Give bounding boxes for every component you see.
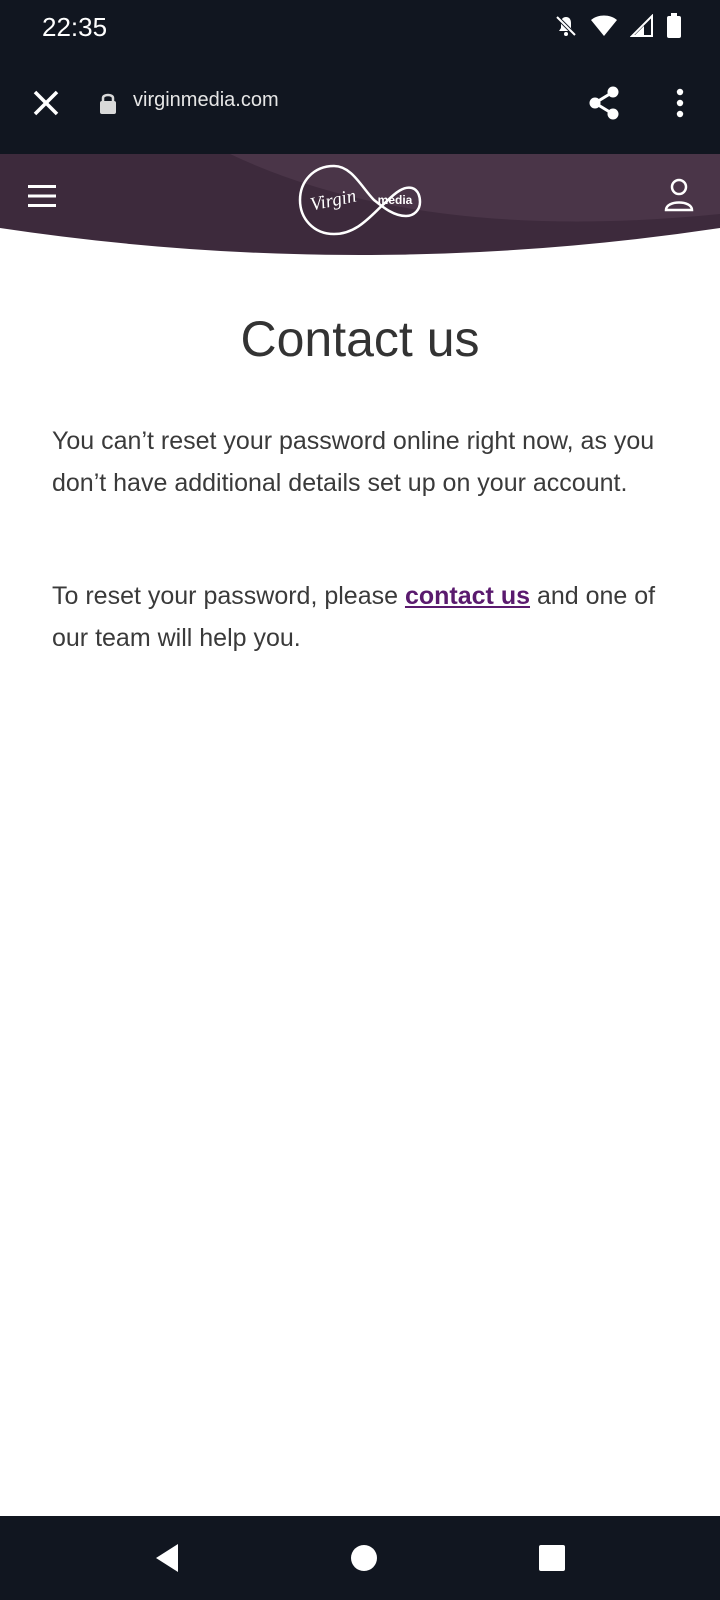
lock-icon bbox=[98, 91, 118, 120]
home-icon bbox=[346, 1545, 382, 1580]
contact-us-link[interactable]: contact us bbox=[405, 582, 530, 610]
battery-icon bbox=[666, 12, 682, 44]
logo-virgin-text: Virgin bbox=[308, 185, 358, 215]
signal-icon bbox=[629, 13, 654, 43]
hamburger-icon bbox=[27, 183, 57, 214]
bell-off-icon bbox=[554, 14, 578, 43]
site-header: Virgin media bbox=[0, 154, 720, 258]
status-icons bbox=[554, 12, 682, 44]
recents-icon bbox=[534, 1545, 570, 1580]
recents-button[interactable] bbox=[534, 1540, 570, 1576]
contact-instructions-text: To reset your password, please contact u… bbox=[52, 575, 682, 659]
home-button[interactable] bbox=[346, 1540, 382, 1576]
account-button[interactable] bbox=[656, 174, 702, 220]
page-title: Contact us bbox=[240, 311, 480, 367]
status-bar: 22:35 bbox=[0, 0, 720, 56]
reset-unavailable-text: You can’t reset your password online rig… bbox=[52, 427, 655, 497]
back-button[interactable] bbox=[150, 1540, 186, 1576]
more-vert-icon bbox=[676, 88, 684, 123]
share-button[interactable] bbox=[580, 81, 628, 129]
contact-text-before: To reset your password, please bbox=[52, 582, 405, 610]
wifi-icon bbox=[590, 14, 618, 43]
share-icon bbox=[587, 85, 621, 126]
close-icon bbox=[32, 89, 60, 122]
hamburger-menu-button[interactable] bbox=[20, 176, 64, 220]
status-time: 22:35 bbox=[42, 12, 108, 42]
close-button[interactable] bbox=[22, 81, 70, 129]
logo-media-text: media bbox=[378, 193, 413, 207]
browser-toolbar: virginmedia.com bbox=[0, 56, 720, 154]
system-navigation-bar bbox=[0, 1516, 720, 1600]
url-text[interactable]: virginmedia.com bbox=[133, 89, 279, 112]
logo-graphic: Virgin media bbox=[298, 164, 422, 236]
back-icon bbox=[150, 1544, 186, 1580]
more-options-button[interactable] bbox=[656, 81, 704, 129]
account-icon bbox=[664, 178, 694, 217]
virgin-media-logo[interactable]: Virgin media bbox=[298, 164, 422, 241]
